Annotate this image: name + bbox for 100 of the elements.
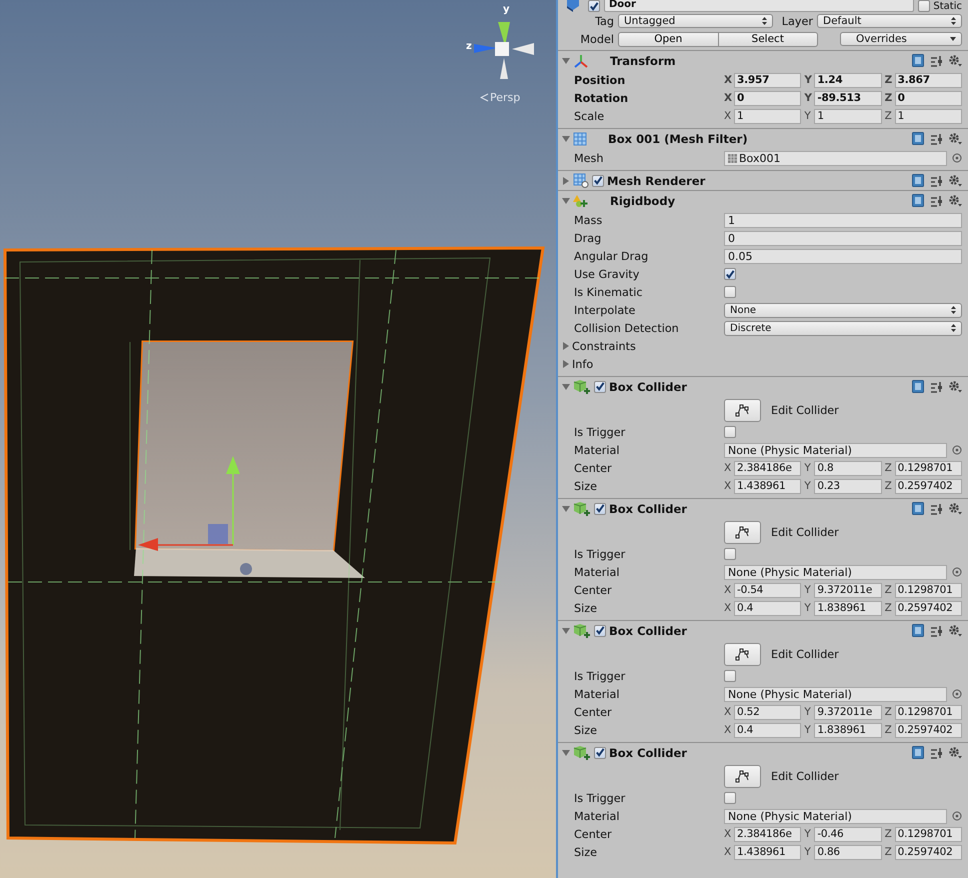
number-field[interactable]: 0.8: [814, 460, 882, 476]
caret-icon[interactable]: [562, 342, 570, 350]
gear-icon[interactable]: [948, 380, 962, 393]
checkbox[interactable]: [724, 548, 736, 560]
caret-icon[interactable]: [562, 748, 570, 756]
preset-icon[interactable]: [930, 194, 942, 206]
gear-icon[interactable]: [948, 54, 962, 67]
help-book-icon[interactable]: [912, 380, 924, 393]
number-field[interactable]: 1.838961: [814, 722, 882, 738]
caret-icon[interactable]: [562, 176, 570, 184]
number-field[interactable]: 0.86: [814, 844, 882, 860]
object-picker-icon[interactable]: [952, 689, 962, 699]
gear-icon[interactable]: [948, 502, 962, 515]
caret-icon[interactable]: [562, 360, 570, 368]
enabled-checkbox[interactable]: [594, 624, 606, 636]
number-field[interactable]: 3.867: [894, 72, 962, 88]
edit-collider-button[interactable]: [724, 764, 761, 788]
number-field[interactable]: 0.2597402: [894, 478, 962, 494]
number-field[interactable]: -0.54: [734, 582, 802, 598]
number-field[interactable]: 0: [734, 90, 802, 106]
caret-icon[interactable]: [562, 382, 570, 390]
checkbox[interactable]: [724, 792, 736, 804]
number-field[interactable]: 1: [894, 108, 962, 124]
number-field[interactable]: 0.23: [814, 478, 882, 494]
checkbox[interactable]: [724, 426, 736, 438]
object-field[interactable]: None (Physic Material): [724, 686, 947, 702]
dropdown[interactable]: Discrete: [724, 320, 962, 336]
checkbox[interactable]: [724, 670, 736, 682]
layer-dropdown[interactable]: Default: [817, 14, 962, 28]
checkbox[interactable]: [724, 286, 736, 298]
number-field[interactable]: 1: [734, 108, 802, 124]
preset-icon[interactable]: [930, 502, 942, 514]
enabled-checkbox[interactable]: [594, 746, 606, 758]
number-field[interactable]: 0.1298701: [894, 460, 962, 476]
number-field[interactable]: 0: [724, 230, 962, 246]
number-field[interactable]: -0.46: [814, 826, 882, 842]
number-field[interactable]: -89.513: [814, 90, 882, 106]
caret-icon[interactable]: [562, 134, 570, 142]
foldout-label[interactable]: Info: [572, 358, 594, 370]
number-field[interactable]: 0.2597402: [894, 722, 962, 738]
number-field[interactable]: 0.1298701: [894, 582, 962, 598]
edit-collider-button[interactable]: [724, 642, 761, 666]
help-book-icon[interactable]: [912, 54, 924, 67]
preset-icon[interactable]: [930, 54, 942, 66]
object-picker-icon[interactable]: [952, 445, 962, 455]
number-field[interactable]: 0: [894, 90, 962, 106]
object-field[interactable]: None (Physic Material): [724, 564, 947, 580]
enabled-checkbox[interactable]: [592, 174, 604, 186]
number-field[interactable]: 9.372011e: [814, 704, 882, 720]
edit-collider-button[interactable]: [724, 520, 761, 544]
help-book-icon[interactable]: [912, 174, 924, 187]
number-field[interactable]: 0.1298701: [894, 704, 962, 720]
number-field[interactable]: 2.384186e: [734, 826, 802, 842]
enabled-checkbox[interactable]: [594, 502, 606, 514]
number-field[interactable]: 0.1298701: [894, 826, 962, 842]
gear-icon[interactable]: [948, 132, 962, 145]
gear-icon[interactable]: [948, 194, 962, 207]
preset-icon[interactable]: [930, 746, 942, 758]
checkbox[interactable]: [724, 268, 736, 280]
number-field[interactable]: 1.24: [814, 72, 882, 88]
preset-icon[interactable]: [930, 380, 942, 392]
help-book-icon[interactable]: [912, 132, 924, 145]
dropdown[interactable]: None: [724, 302, 962, 318]
help-book-icon[interactable]: [912, 502, 924, 515]
object-field[interactable]: None (Physic Material): [724, 808, 947, 824]
caret-icon[interactable]: [562, 56, 570, 64]
object-picker-icon[interactable]: [952, 153, 962, 163]
number-field[interactable]: 1: [814, 108, 882, 124]
enabled-checkbox[interactable]: [594, 380, 606, 392]
object-field[interactable]: None (Physic Material): [724, 442, 947, 458]
number-field[interactable]: 2.384186e: [734, 460, 802, 476]
number-field[interactable]: 0.52: [734, 704, 802, 720]
caret-icon[interactable]: [562, 626, 570, 634]
preset-icon[interactable]: [930, 132, 942, 144]
object-name-field[interactable]: Door: [604, 0, 914, 12]
number-field[interactable]: 9.372011e: [814, 582, 882, 598]
help-book-icon[interactable]: [912, 624, 924, 637]
preset-icon[interactable]: [930, 174, 942, 186]
model-button[interactable]: Select: [718, 32, 818, 46]
number-field[interactable]: 1.438961: [734, 478, 802, 494]
number-field[interactable]: 1.438961: [734, 844, 802, 860]
number-field[interactable]: 0.2597402: [894, 600, 962, 616]
gear-icon[interactable]: [948, 174, 962, 187]
tag-dropdown[interactable]: Untagged: [618, 14, 773, 28]
gear-icon[interactable]: [948, 624, 962, 637]
edit-collider-button[interactable]: [724, 398, 761, 422]
number-field[interactable]: 0.4: [734, 600, 802, 616]
object-picker-icon[interactable]: [952, 811, 962, 821]
number-field[interactable]: 0.4: [734, 722, 802, 738]
number-field[interactable]: 0.05: [724, 248, 962, 264]
active-checkbox[interactable]: [588, 0, 600, 12]
foldout-label[interactable]: Constraints: [572, 340, 636, 352]
static-checkbox[interactable]: [918, 0, 930, 12]
mesh-field[interactable]: Box001: [724, 150, 947, 166]
help-book-icon[interactable]: [912, 194, 924, 207]
caret-icon[interactable]: [562, 504, 570, 512]
number-field[interactable]: 0.2597402: [894, 844, 962, 860]
object-picker-icon[interactable]: [952, 567, 962, 577]
help-book-icon[interactable]: [912, 746, 924, 759]
preset-icon[interactable]: [930, 624, 942, 636]
